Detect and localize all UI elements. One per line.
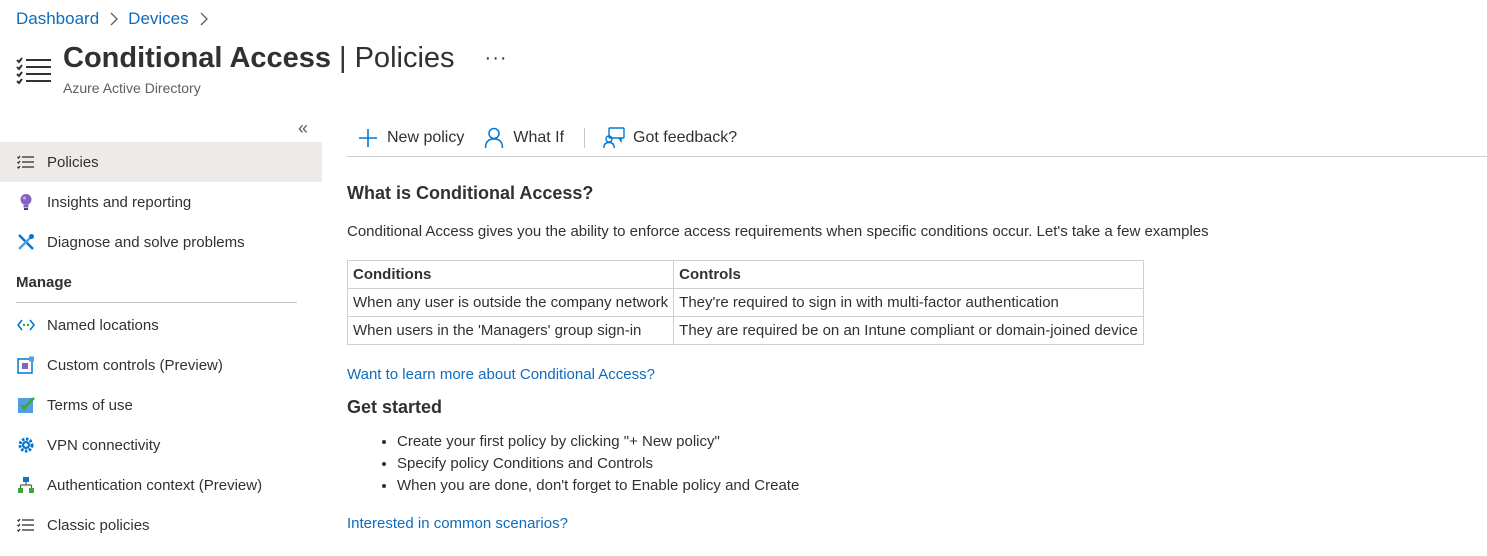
list-icon: [16, 56, 52, 86]
table-cell: They are required be on an Intune compli…: [673, 316, 1144, 345]
list-item: When you are done, don't forget to Enabl…: [397, 475, 1209, 497]
column-header-controls: Controls: [673, 260, 1144, 289]
page-section-title: Policies: [354, 42, 455, 74]
service-name: Azure Active Directory: [63, 80, 201, 96]
sidebar-item-named-locations[interactable]: Named locations: [0, 305, 322, 345]
sidebar-item-classic-policies[interactable]: Classic policies: [0, 505, 322, 545]
breadcrumb: Dashboard Devices: [16, 9, 218, 29]
sidebar-item-label: Insights and reporting: [47, 193, 192, 211]
sidebar-item-label: Terms of use: [47, 396, 133, 414]
new-policy-button[interactable]: New policy: [357, 122, 464, 154]
feedback-label: Got feedback?: [633, 128, 738, 146]
what-if-label: What If: [513, 128, 565, 146]
sidebar-item-label: Classic policies: [47, 516, 150, 534]
feedback-button[interactable]: Got feedback?: [603, 122, 737, 154]
lightbulb-icon: [16, 193, 36, 211]
get-started-heading: Get started: [347, 397, 443, 417]
sidebar-item-label: Diagnose and solve problems: [47, 233, 245, 251]
toolbar-divider: [584, 127, 586, 148]
description-text: Conditional Access gives you the ability…: [347, 223, 1209, 240]
table-cell: When any user is outside the company net…: [346, 288, 675, 317]
main-content: What is Conditional Access? Conditional …: [346, 183, 1209, 533]
sidebar-item-vpn[interactable]: VPN connectivity: [0, 425, 322, 465]
list-icon: [16, 153, 36, 171]
page-header: Conditional Access | Policies ··· Azure …: [16, 42, 508, 96]
table-cell: When users in the 'Managers' group sign-…: [346, 316, 675, 345]
steps-list: Create your first policy by clicking "+ …: [397, 431, 1209, 497]
wrench-icon: [16, 233, 36, 251]
collapse-sidebar-button[interactable]: «: [298, 118, 308, 139]
list-item: Specify policy Conditions and Controls: [397, 453, 1209, 475]
learn-more-link[interactable]: Want to learn more about Conditional Acc…: [347, 366, 655, 383]
sidebar-item-policies[interactable]: Policies: [0, 142, 322, 182]
checklist-icon: [16, 396, 36, 414]
sidebar-item-label: Custom controls (Preview): [47, 356, 223, 374]
list-item: Create your first policy by clicking "+ …: [397, 431, 1209, 453]
sidebar-item-label: Named locations: [47, 316, 159, 334]
custom-controls-icon: [16, 356, 36, 374]
feedback-icon: [603, 126, 625, 149]
chevron-right-icon: [109, 12, 119, 26]
what-if-button[interactable]: What If: [483, 122, 564, 154]
sidebar-item-label: Policies: [47, 153, 99, 171]
section-heading: What is Conditional Access?: [347, 183, 594, 203]
title-separator: |: [339, 42, 347, 74]
table-cell: They're required to sign in with multi-f…: [673, 288, 1144, 317]
list-icon: [16, 516, 36, 534]
person-icon: [483, 127, 505, 149]
sidebar-item-insights[interactable]: Insights and reporting: [0, 182, 322, 222]
new-policy-label: New policy: [387, 128, 465, 146]
manage-section-header: Manage: [16, 273, 72, 291]
sidebar-item-auth-context[interactable]: Authentication context (Preview): [0, 465, 322, 505]
gear-icon: [16, 436, 36, 454]
breadcrumb-devices[interactable]: Devices: [128, 9, 188, 29]
common-scenarios-link[interactable]: Interested in common scenarios?: [347, 515, 568, 532]
sidebar-item-label: Authentication context (Preview): [47, 476, 263, 494]
more-options-button[interactable]: ···: [485, 47, 508, 70]
sidebar-item-label: VPN connectivity: [47, 436, 161, 454]
sidebar-item-terms-of-use[interactable]: Terms of use: [0, 385, 322, 425]
chevron-right-icon: [199, 12, 208, 26]
table-row: When users in the 'Managers' group sign-…: [346, 316, 1144, 345]
network-icon: [16, 316, 36, 334]
examples-table: Conditions Controls When any user is out…: [346, 260, 1144, 345]
hierarchy-icon: [16, 476, 36, 494]
breadcrumb-dashboard[interactable]: Dashboard: [16, 9, 99, 29]
plus-icon: [357, 127, 379, 149]
table-header-row: Conditions Controls: [346, 260, 1144, 289]
command-bar: New policy What If Got feedback?: [347, 119, 1487, 157]
sidebar-nav: Policies Insights and reporting Diagnose…: [0, 142, 322, 545]
sidebar-item-custom-controls[interactable]: Custom controls (Preview): [0, 345, 322, 385]
sidebar-item-diagnose[interactable]: Diagnose and solve problems: [0, 222, 322, 262]
table-row: When any user is outside the company net…: [346, 288, 1144, 317]
page-title: Conditional Access: [63, 42, 332, 74]
section-divider: [16, 302, 297, 303]
column-header-conditions: Conditions: [346, 260, 675, 289]
